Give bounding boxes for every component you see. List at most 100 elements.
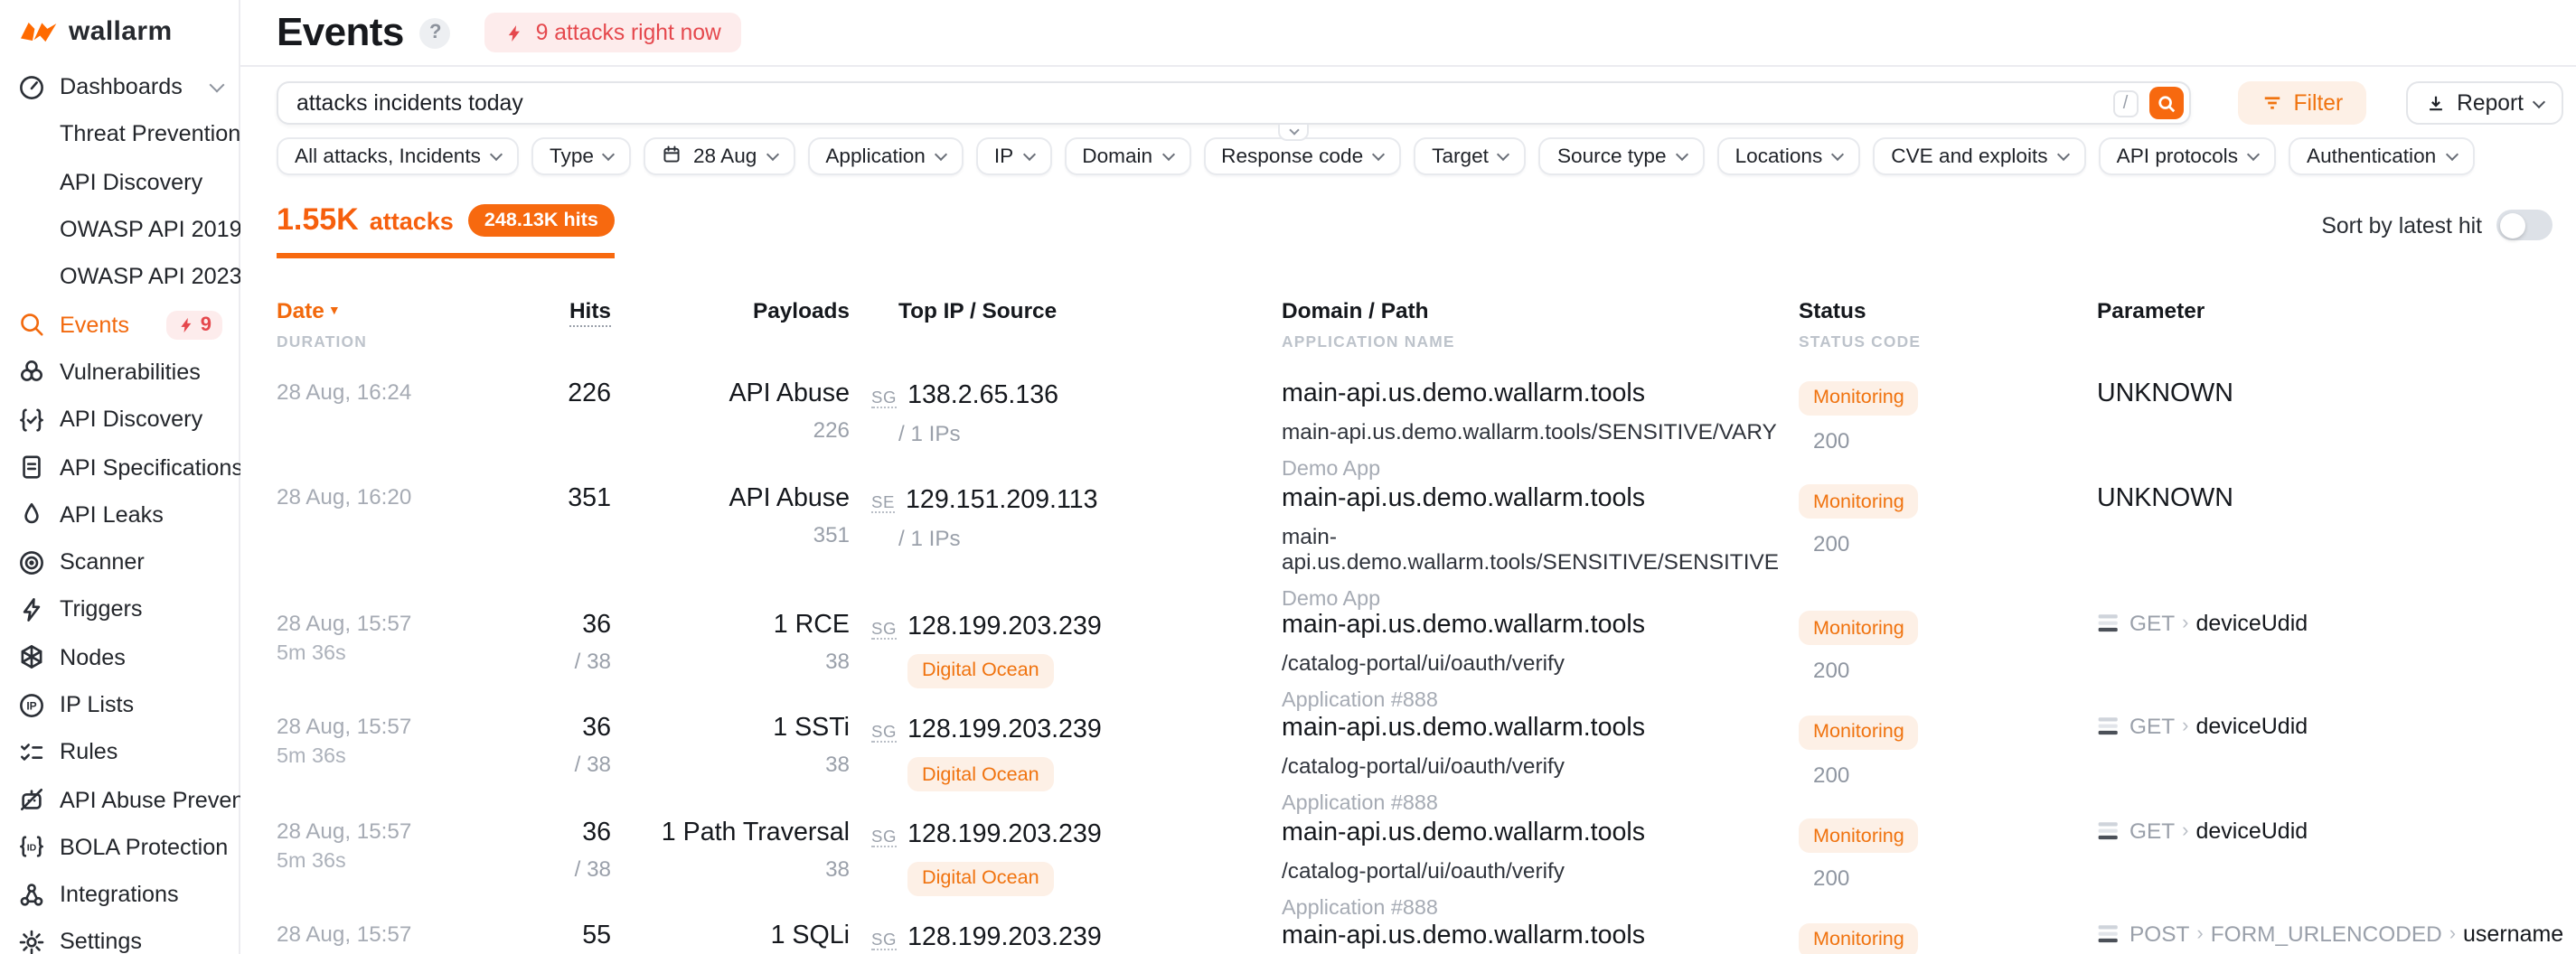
search-input[interactable] (296, 90, 2113, 116)
cell-parameter: UNKNOWN (2097, 483, 2540, 610)
param-name: deviceUdid (2195, 714, 2308, 739)
status-badge: Monitoring (1799, 923, 1919, 954)
sidebar-item-vulnerabilities[interactable]: Vulnerabilities (0, 349, 239, 397)
event-row[interactable]: 28 Aug, 16:24 226 API Abuse 226 SG138.2.… (277, 379, 2540, 483)
sidebar-item-label: OWASP API 2019 (60, 217, 242, 242)
status-badge: Monitoring (1799, 715, 1919, 749)
cell-payloads: 1 SSTi 38 (611, 714, 850, 815)
country-code[interactable]: SE (871, 492, 895, 512)
payload-type: 1 SQLi (611, 922, 850, 951)
filter-chip-target[interactable]: Target (1414, 137, 1527, 175)
filter-chip-all-attacks-incidents[interactable]: All attacks, Incidents (277, 137, 519, 175)
sort-toggle[interactable] (2496, 210, 2552, 240)
sidebar-nav: DashboardsThreat PreventionAPI Discovery… (0, 63, 239, 954)
sidebar-item-threat-prevention[interactable]: Threat Prevention (0, 111, 239, 159)
sidebar-item-api-specifications[interactable]: API Specifications (0, 444, 239, 491)
event-domain: main-api.us.demo.wallarm.tools (1282, 922, 1799, 951)
filter-chip-ip[interactable]: IP (976, 137, 1051, 175)
event-domain: main-api.us.demo.wallarm.tools (1282, 379, 1799, 408)
sidebar-item-rules[interactable]: Rules (0, 728, 239, 776)
filter-chip-label: Source type (1557, 145, 1667, 167)
filter-chip-locations[interactable]: Locations (1717, 137, 1861, 175)
event-row[interactable]: 28 Aug, 15:57 5m 36s 36 / 38 1 Path Trav… (277, 818, 2540, 922)
filter-chip-api-protocols[interactable]: API protocols (2099, 137, 2276, 175)
cell-status: Monitoring 200 (1799, 922, 2097, 954)
event-row[interactable]: 28 Aug, 15:57 5m 36s 36 / 38 1 SSTi 38 S… (277, 714, 2540, 818)
sidebar-item-label: API Leaks (60, 502, 164, 528)
cell-source: SG138.2.65.136 / 1 IPs (871, 379, 1282, 481)
sidebar-item-ip-lists[interactable]: IPIP Lists (0, 681, 239, 729)
filter-chip-type[interactable]: Type (531, 137, 632, 175)
sidebar-item-api-discovery[interactable]: API Discovery (0, 158, 239, 206)
country-code[interactable]: SG (871, 723, 897, 743)
event-row[interactable]: 28 Aug, 16:20 351 API Abuse 351 SE129.15… (277, 483, 2540, 610)
wallarm-logo[interactable]: wallarm (0, 13, 239, 63)
sidebar-item-api-leaks[interactable]: API Leaks (0, 491, 239, 538)
search-button[interactable] (2149, 87, 2184, 119)
country-code[interactable]: SG (871, 388, 897, 408)
cell-payloads: 1 SQLi (611, 922, 850, 954)
cell-parameter: UNKNOWN (2097, 379, 2540, 481)
cell-hits: 36 / 38 (548, 818, 611, 920)
filter-chip-cve-and-exploits[interactable]: CVE and exploits (1873, 137, 2085, 175)
col-header-date[interactable]: Date▼ DURATION (277, 298, 548, 351)
filter-chip-response-code[interactable]: Response code (1203, 137, 1401, 175)
sidebar-item-label: Dashboards (60, 74, 183, 99)
sidebar-item-dashboards[interactable]: Dashboards (0, 63, 239, 111)
filter-chip-label: 28 Aug (693, 145, 757, 167)
param-name: deviceUdid (2195, 818, 2308, 844)
sidebar-item-api-abuse-prevention[interactable]: API Abuse Prevention (0, 776, 239, 824)
filter-chip-domain[interactable]: Domain (1064, 137, 1190, 175)
col-header-parameter: Parameter (2097, 298, 2540, 351)
attacks-now-badge[interactable]: 9 attacks right now (485, 13, 741, 52)
country-code[interactable]: SG (871, 931, 897, 951)
hits-value: 226 (548, 379, 611, 408)
report-button[interactable]: Report (2406, 81, 2563, 125)
filter-chip-authentication[interactable]: Authentication (2289, 137, 2474, 175)
status-badge: Monitoring (1799, 819, 1919, 854)
source-ip: 138.2.65.136 (907, 381, 1058, 410)
param-part: GET (2129, 714, 2175, 739)
col-header-hits[interactable]: Hits (548, 298, 611, 351)
filter-chip-application[interactable]: Application (807, 137, 964, 175)
sidebar-item-integrations[interactable]: Integrations (0, 871, 239, 919)
sidebar-item-api-discovery[interactable]: API Discovery (0, 396, 239, 444)
event-row[interactable]: 28 Aug, 15:57 5m 36s 36 / 38 1 RCE 38 SG… (277, 610, 2540, 714)
sidebar-item-label: API Specifications (60, 454, 243, 480)
payload-count: 226 (611, 417, 850, 443)
event-row[interactable]: 28 Aug, 15:57 11m 35s 55 1 SQLi SG128.19… (277, 922, 2540, 954)
filter-chip-source-type[interactable]: Source type (1539, 137, 1705, 175)
event-date: 28 Aug, 15:57 (277, 922, 548, 948)
sidebar-item-bola-protection[interactable]: IDBOLA Protection (0, 824, 239, 872)
sidebar-item-scanner[interactable]: Scanner (0, 538, 239, 586)
source-provider-chip: Digital Ocean (907, 757, 1054, 791)
events-table: Date▼ DURATION Hits Payloads Top IP / So… (240, 258, 2576, 954)
filter-button[interactable]: Filter (2238, 81, 2367, 125)
country-code[interactable]: SG (871, 828, 897, 847)
page-header: Events ? 9 attacks right now (240, 0, 2576, 67)
sort-control: Sort by latest hit (2321, 210, 2552, 258)
sidebar-item-owasp-api-2019[interactable]: OWASP API 2019 (0, 206, 239, 254)
svg-text:IP: IP (26, 699, 36, 712)
chevron-down-icon (766, 148, 778, 161)
status-badge: Monitoring (1799, 380, 1919, 415)
sidebar-item-triggers[interactable]: Triggers (0, 586, 239, 634)
sidebar-item-owasp-api-2023[interactable]: OWASP API 2023 (0, 253, 239, 301)
events-attack-count-badge: 9 (166, 310, 222, 339)
sidebar-item-events[interactable]: Events9 (0, 301, 239, 349)
search-expand-handle[interactable] (1278, 125, 1309, 141)
filter-chip-28-aug[interactable]: 28 Aug (644, 137, 794, 175)
sidebar-item-label: Integrations (60, 882, 179, 907)
help-icon[interactable]: ? (420, 17, 451, 48)
param-name: deviceUdid (2195, 610, 2308, 635)
headers-icon (2097, 716, 2120, 737)
cell-spacer (850, 610, 871, 711)
country-code[interactable]: SG (871, 619, 897, 639)
sidebar-item-label: BOLA Protection (60, 835, 228, 860)
sidebar-item-nodes[interactable]: Nodes (0, 633, 239, 681)
attacks-tab[interactable]: 1.55K attacks 248.13K hits (277, 202, 615, 258)
hits-value: 351 (548, 483, 611, 512)
event-path: /catalog-portal/ui/oauth/verify (1282, 858, 1799, 884)
chevron-separator: › (2449, 924, 2456, 946)
sidebar-item-settings[interactable]: Settings (0, 919, 239, 954)
